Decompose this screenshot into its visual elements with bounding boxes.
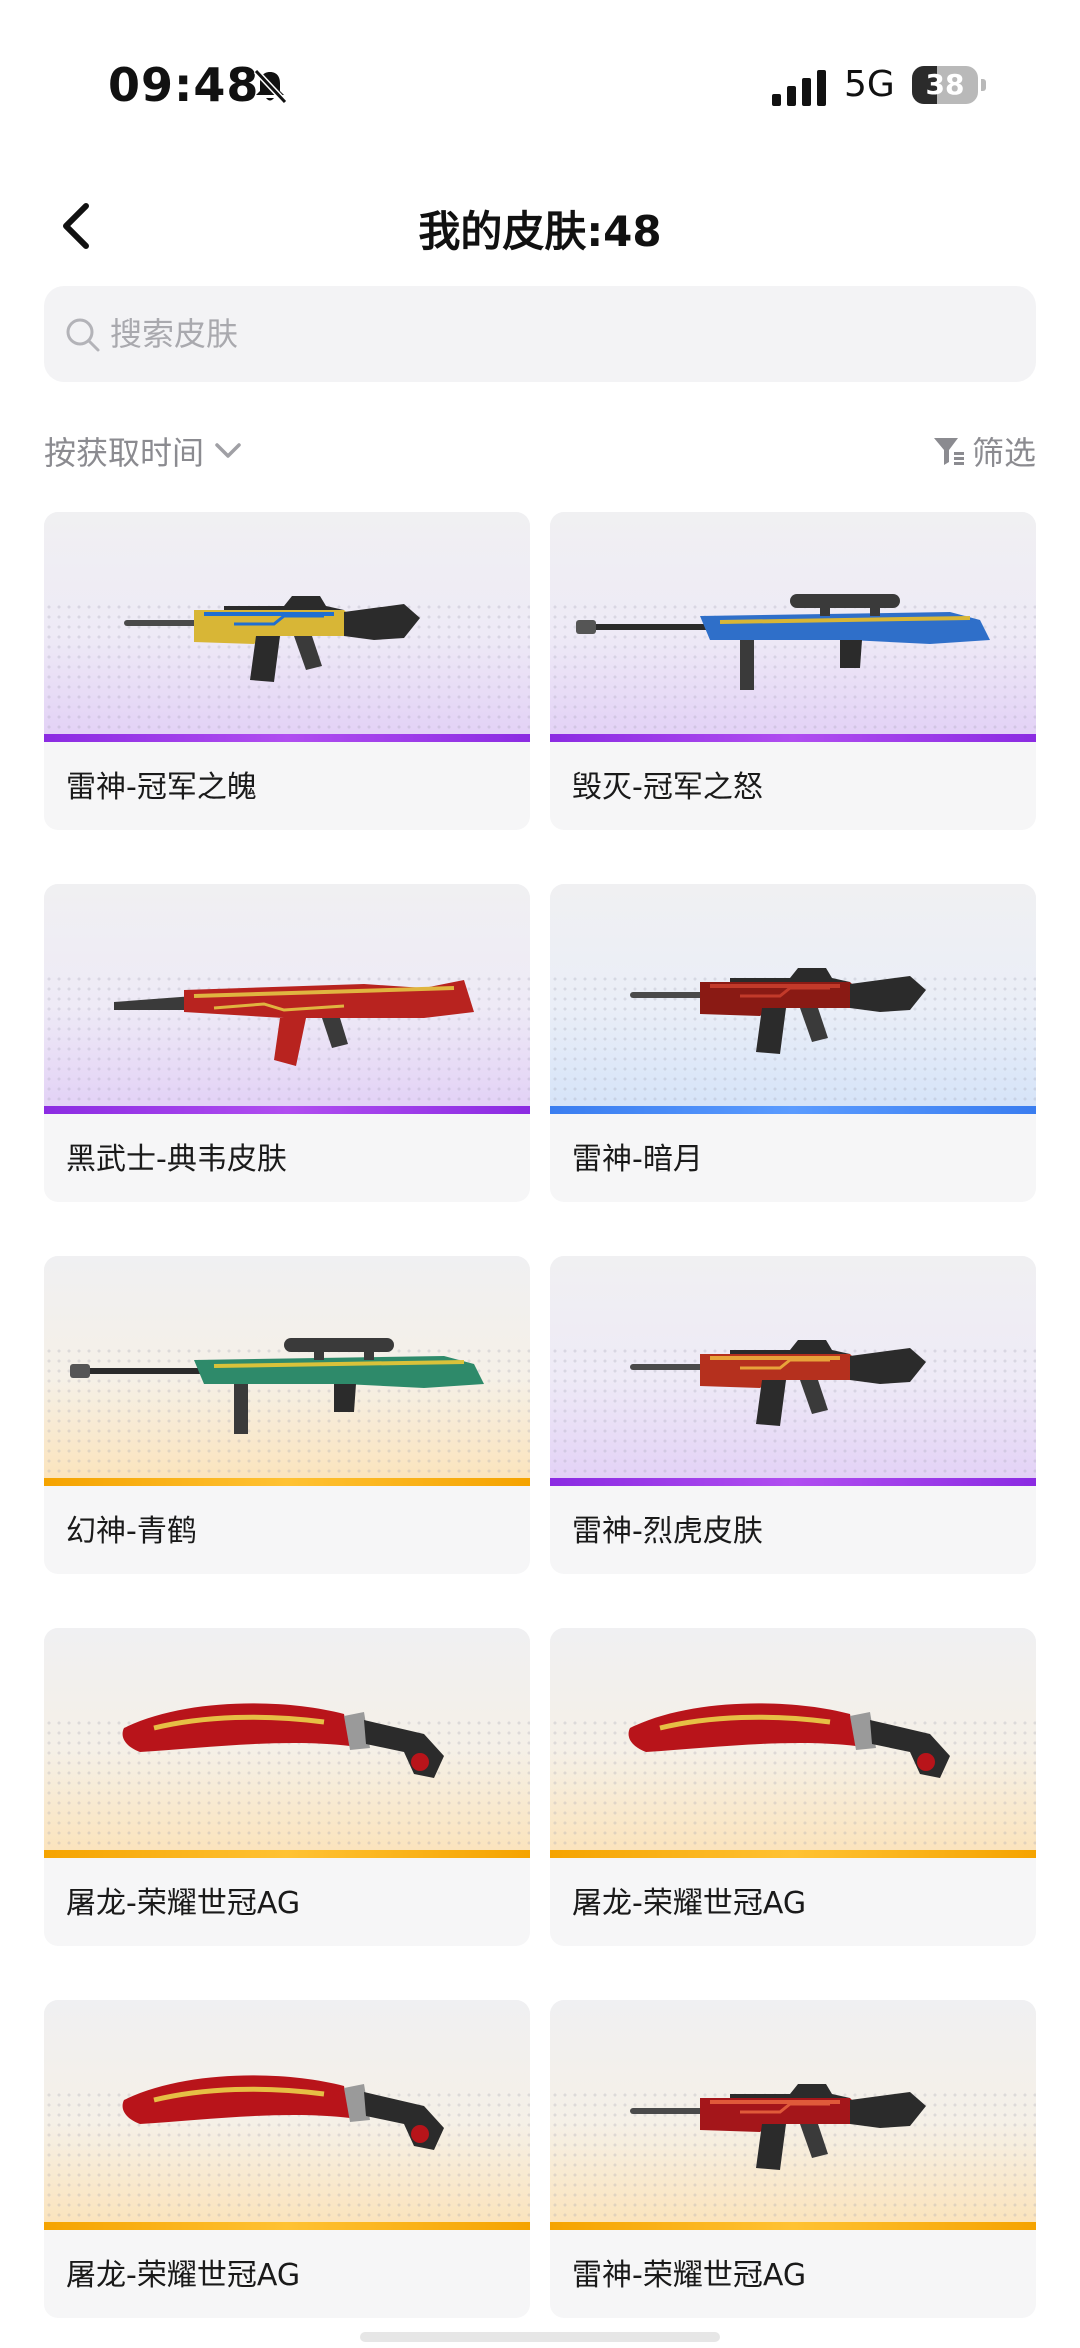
sniper-weapon-icon	[70, 1338, 484, 1434]
rarity-bar	[44, 2222, 530, 2230]
search-bar[interactable]	[44, 286, 1036, 382]
battery-level: 38	[925, 68, 965, 101]
skin-image	[550, 884, 1036, 1106]
skin-name: 屠龙-荣耀世冠AG	[572, 1886, 807, 1921]
skin-image	[550, 2000, 1036, 2222]
rifle-weapon-icon	[630, 2084, 926, 2170]
skin-card[interactable]: 雷神-烈虎皮肤	[550, 1256, 1036, 1574]
rifle-weapon-icon	[630, 1340, 926, 1426]
rarity-bar	[550, 1106, 1036, 1114]
skin-name: 雷神-暗月	[572, 1142, 703, 1177]
rarity-bar	[550, 1478, 1036, 1486]
skin-card[interactable]: 毁灭-冠军之怒	[550, 512, 1036, 830]
chevron-down-icon	[215, 443, 241, 458]
skin-card[interactable]: 屠龙-荣耀世冠AG	[550, 1628, 1036, 1946]
filter-button[interactable]: 筛选	[932, 428, 1036, 474]
bell-muted-icon	[253, 68, 288, 105]
skin-card[interactable]: 屠龙-荣耀世冠AG	[44, 2000, 530, 2318]
skin-card[interactable]: 雷神-冠军之魄	[44, 512, 530, 830]
ak-weapon-icon	[114, 980, 474, 1066]
skin-name: 雷神-冠军之魄	[66, 770, 257, 805]
skin-card[interactable]: 雷神-暗月	[550, 884, 1036, 1202]
knife-weapon-icon	[122, 1703, 444, 1778]
funnel-icon	[933, 438, 964, 465]
skin-card[interactable]: 幻神-青鹤	[44, 1256, 530, 1574]
skin-name: 毁灭-冠军之怒	[572, 770, 763, 805]
skin-image	[550, 1628, 1036, 1850]
rarity-bar	[44, 1478, 530, 1486]
rifle-weapon-icon	[124, 596, 420, 682]
page-title: 我的皮肤:48	[418, 207, 662, 256]
rarity-bar	[550, 2222, 1036, 2230]
skin-name: 屠龙-荣耀世冠AG	[66, 1886, 301, 1921]
rifle-weapon-icon	[630, 968, 926, 1054]
rarity-bar	[44, 1106, 530, 1114]
home-indicator	[360, 2332, 720, 2342]
skin-name: 雷神-荣耀世冠AG	[572, 2258, 807, 2293]
rarity-bar	[44, 1850, 530, 1858]
sniper-weapon-icon	[576, 594, 990, 690]
rarity-bar	[44, 734, 530, 742]
knife-weapon-icon	[122, 2075, 444, 2150]
skin-image	[550, 512, 1036, 734]
network-type: 5G	[844, 64, 895, 105]
skin-image	[44, 1628, 530, 1850]
skin-image	[44, 2000, 530, 2222]
skin-image	[44, 1256, 530, 1478]
skin-name: 黑武士-典韦皮肤	[66, 1142, 287, 1177]
status-time: 09:48	[108, 58, 260, 112]
skin-card[interactable]: 黑武士-典韦皮肤	[44, 884, 530, 1202]
skin-image	[44, 884, 530, 1106]
skin-image	[550, 1256, 1036, 1478]
rarity-bar	[550, 734, 1036, 742]
sort-dropdown[interactable]: 按获取时间	[44, 428, 242, 474]
skin-name: 屠龙-荣耀世冠AG	[66, 2258, 301, 2293]
cellular-signal-icon	[772, 70, 826, 106]
skin-name: 幻神-青鹤	[66, 1514, 197, 1549]
skin-card[interactable]: 雷神-荣耀世冠AG	[550, 2000, 1036, 2318]
knife-weapon-icon	[628, 1703, 950, 1778]
skin-card[interactable]: 屠龙-荣耀世冠AG	[44, 1628, 530, 1946]
search-input[interactable]	[66, 286, 1010, 382]
rarity-bar	[550, 1850, 1036, 1858]
battery-icon: 38	[912, 66, 986, 106]
skin-name: 雷神-烈虎皮肤	[572, 1514, 763, 1549]
status-bar: 09:48 5G 38	[0, 0, 1080, 140]
skin-image	[44, 512, 530, 734]
sort-label: 按获取时间	[44, 434, 205, 472]
filter-label: 筛选	[971, 434, 1036, 472]
